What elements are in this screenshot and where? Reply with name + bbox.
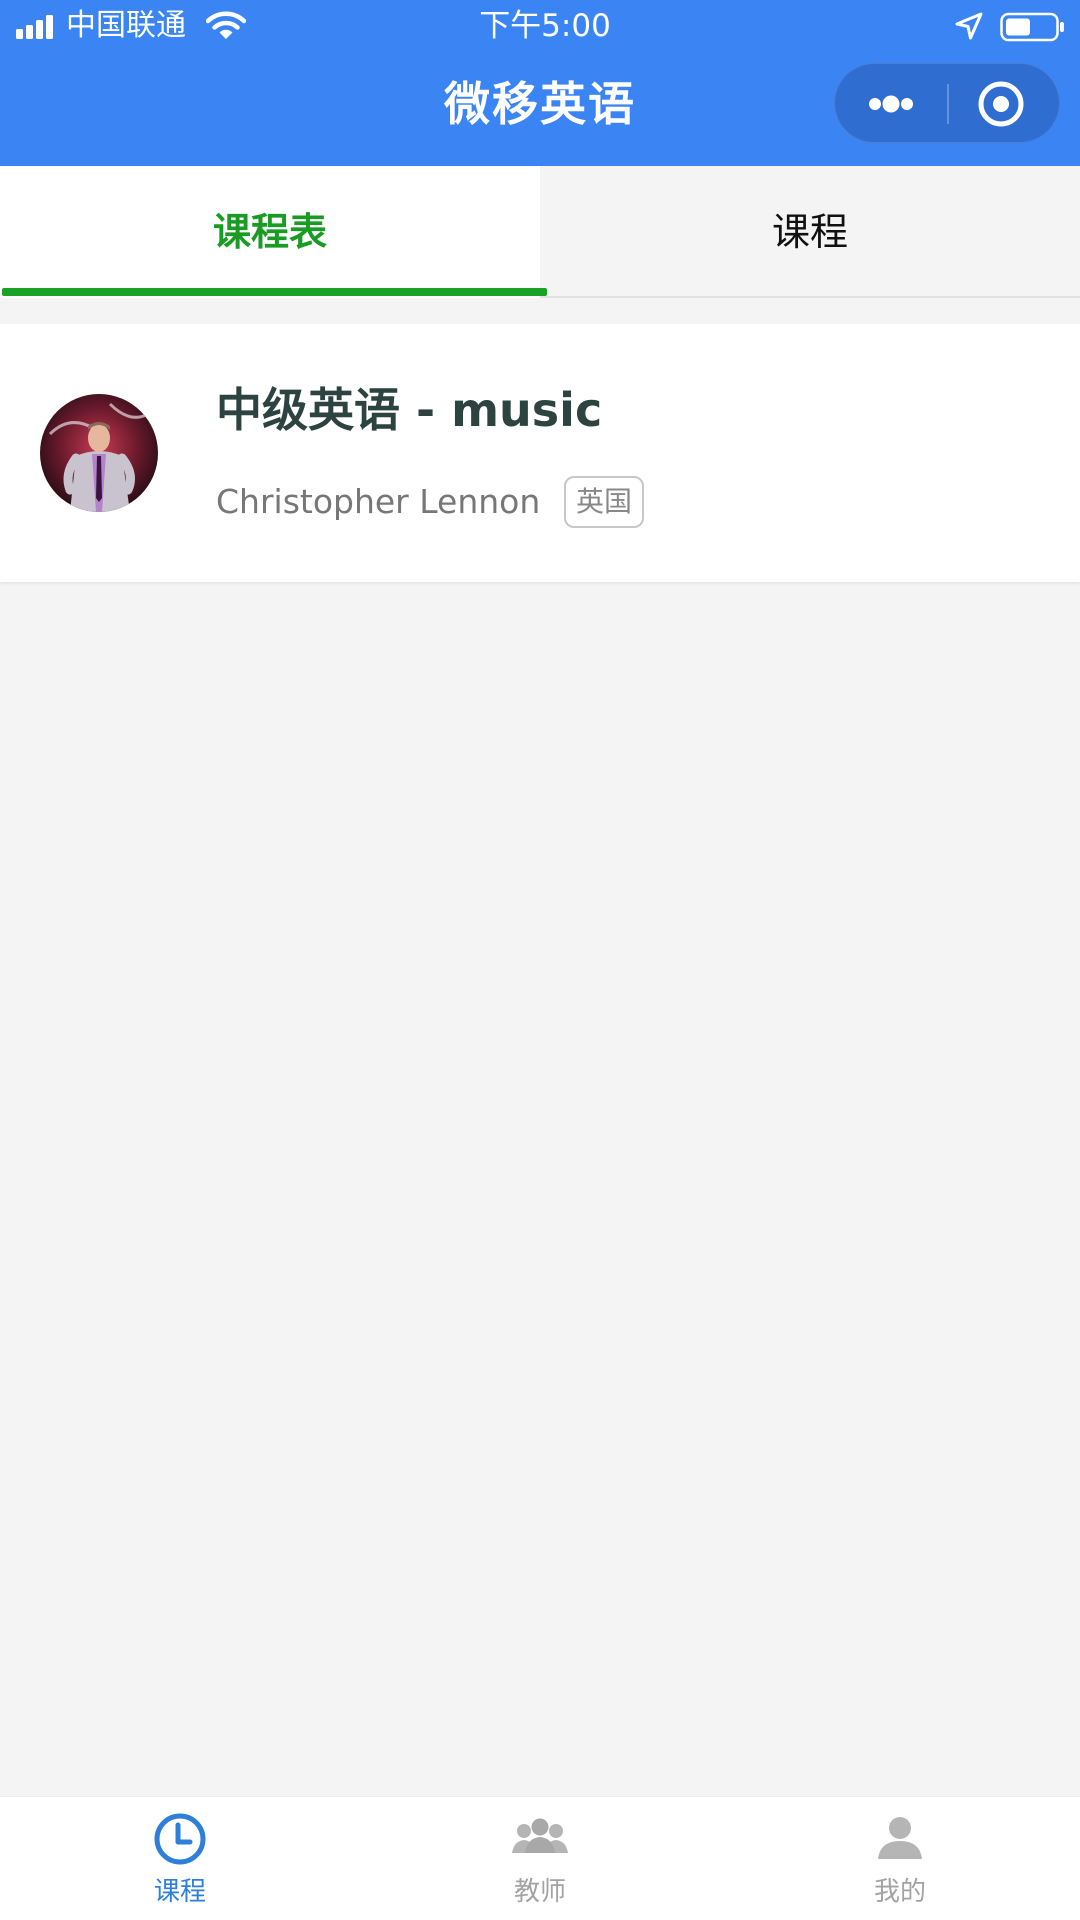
clock-icon — [154, 1813, 206, 1865]
bottom-tabbar: 课程 教师 我的 — [0, 1796, 1080, 1920]
header: 中国联通 下午5:00 微移英语 — [0, 0, 1080, 166]
more-button[interactable] — [835, 64, 947, 144]
country-tag: 英国 — [564, 476, 644, 528]
tabbar-label-courses: 课程 — [153, 1877, 206, 1907]
close-miniprogram-icon — [978, 81, 1024, 127]
teacher-avatar — [40, 394, 158, 512]
location-icon — [955, 12, 983, 40]
close-miniprogram-button[interactable] — [949, 64, 1061, 144]
more-icon — [869, 95, 913, 113]
tabbar-label-teachers: 教师 — [513, 1877, 566, 1907]
active-tab-indicator — [2, 288, 547, 296]
status-bar: 中国联通 下午5:00 — [0, 0, 1080, 52]
tab-schedule[interactable]: 课程表 — [0, 166, 540, 298]
screen: 中国联通 下午5:00 微移英语 课程表 课程 中级英语 - music Chr… — [0, 0, 1080, 1920]
teacher-photo — [40, 394, 158, 512]
profile-icon — [878, 1817, 922, 1859]
tabbar-item-teachers[interactable]: 教师 — [440, 1797, 640, 1920]
course-title: 中级英语 - music — [216, 383, 603, 437]
tabbar-item-profile[interactable]: 我的 — [800, 1797, 1000, 1920]
top-tabs: 课程表 课程 — [0, 166, 1080, 298]
miniprogram-capsule — [834, 63, 1060, 143]
teachers-icon — [512, 1818, 568, 1853]
tab-courses[interactable]: 课程 — [540, 166, 1080, 298]
course-card[interactable]: 中级英语 - music Christopher Lennon 英国 — [0, 324, 1080, 582]
teacher-name: Christopher Lennon — [216, 482, 541, 521]
battery-icon — [1000, 12, 1064, 42]
status-time: 下午5:00 — [479, 8, 611, 44]
tabbar-item-courses[interactable]: 课程 — [80, 1797, 280, 1920]
tabbar-label-profile: 我的 — [873, 1877, 926, 1907]
